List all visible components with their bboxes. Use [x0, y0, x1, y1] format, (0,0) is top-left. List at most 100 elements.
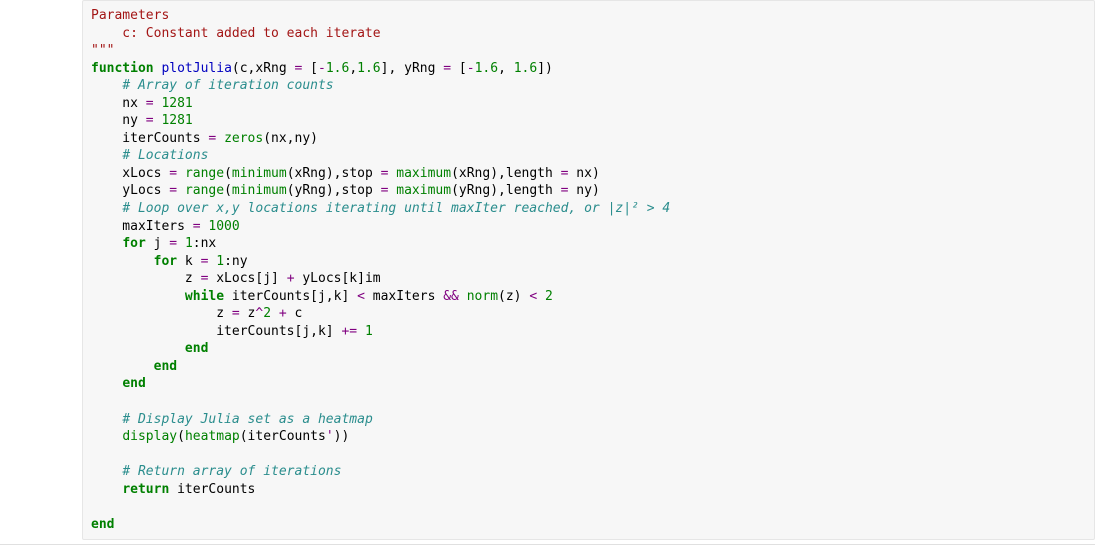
code-text — [91, 429, 122, 444]
notebook-cell: Parameters c: Constant added to each ite… — [0, 0, 1095, 545]
code-comment: # Return array of iterations — [122, 464, 341, 479]
call-minimum: minimum — [232, 183, 287, 198]
op-equals: = — [193, 219, 201, 234]
kw-function: function — [91, 61, 154, 76]
code-text: yLocs — [91, 183, 169, 198]
docstring-end: """ — [91, 43, 114, 58]
code-text: iterCounts — [91, 131, 208, 146]
kw-end: end — [154, 359, 177, 374]
code-text: , — [349, 61, 357, 76]
code-text: )) — [334, 429, 350, 444]
code-text: ( — [224, 166, 232, 181]
op-equals: = — [443, 61, 451, 76]
code-text: yLocs[k]im — [295, 271, 381, 286]
call-heatmap: heatmap — [185, 429, 240, 444]
code-text — [216, 131, 224, 146]
code-text: :nx — [193, 236, 216, 251]
code-text: z — [240, 306, 256, 321]
code-text: (xRng),stop — [287, 166, 381, 181]
code-text: ( — [177, 429, 185, 444]
op-adjoint: ' — [326, 429, 334, 444]
code-text: (z) — [498, 289, 529, 304]
code-text: (xRng),length — [451, 166, 561, 181]
code-text: iterCounts — [169, 482, 255, 497]
docstring-line: Parameters — [91, 8, 169, 23]
kw-for: for — [154, 254, 177, 269]
op-minus: - — [318, 61, 326, 76]
code-text — [177, 166, 185, 181]
code-text: c — [287, 306, 303, 321]
op-plus: + — [279, 306, 287, 321]
op-and: && — [443, 289, 459, 304]
call-maximum: maximum — [396, 183, 451, 198]
code-text: :ny — [224, 254, 247, 269]
code-text: ]) — [537, 61, 553, 76]
code-comment: # Array of iteration counts — [122, 78, 333, 93]
op-equals: = — [169, 236, 177, 251]
kw-return: return — [122, 482, 169, 497]
code-text — [357, 324, 365, 339]
op-lt: < — [357, 289, 365, 304]
op-equals: = — [146, 113, 154, 128]
code-text: (yRng),length — [451, 183, 561, 198]
code-text: k — [177, 254, 200, 269]
kw-while: while — [185, 289, 224, 304]
number: 1281 — [161, 96, 192, 111]
code-text: maxIters — [365, 289, 443, 304]
code-text: iterCounts[j,k] — [224, 289, 357, 304]
code-text: xLocs[j] — [208, 271, 286, 286]
op-equals: = — [169, 166, 177, 181]
op-plus: + — [287, 271, 295, 286]
code-text: [ — [302, 61, 318, 76]
code-text — [177, 183, 185, 198]
code-text — [177, 236, 185, 251]
in-prompt-col — [0, 0, 82, 540]
code-text: (yRng),stop — [287, 183, 381, 198]
number: 1 — [365, 324, 373, 339]
call-range: range — [185, 183, 224, 198]
kw-end: end — [185, 341, 208, 356]
code-text: [ — [451, 61, 467, 76]
input-area: Parameters c: Constant added to each ite… — [0, 0, 1095, 540]
call-maximum: maximum — [396, 166, 451, 181]
code-text: ], yRng — [381, 61, 444, 76]
call-range: range — [185, 166, 224, 181]
number: 1 — [216, 254, 224, 269]
function-name: plotJulia — [161, 61, 231, 76]
call-zeros: zeros — [224, 131, 263, 146]
op-lt: < — [529, 289, 537, 304]
call-norm: norm — [467, 289, 498, 304]
number: 1281 — [161, 113, 192, 128]
number: 1 — [185, 236, 193, 251]
code-text: ny — [91, 113, 146, 128]
docstring-line: c: Constant added to each iterate — [91, 26, 381, 41]
op-equals: = — [146, 96, 154, 111]
code-comment: # Locations — [122, 148, 208, 163]
code-text: (nx,ny) — [263, 131, 318, 146]
op-minus: - — [467, 61, 475, 76]
code-text: , — [498, 61, 514, 76]
call-minimum: minimum — [232, 166, 287, 181]
code-comment: # Display Julia set as a heatmap — [122, 412, 372, 427]
code-text: xLocs — [91, 166, 169, 181]
code-text: z — [91, 306, 232, 321]
code-block[interactable]: Parameters c: Constant added to each ite… — [82, 0, 1095, 540]
code-text — [459, 289, 467, 304]
code-text: (c,xRng — [232, 61, 295, 76]
number: 2 — [545, 289, 553, 304]
code-text: nx) — [568, 166, 599, 181]
number: 1.6 — [514, 61, 537, 76]
code-text: ny) — [568, 183, 599, 198]
code-text: ( — [224, 183, 232, 198]
number: 1.6 — [475, 61, 498, 76]
number: 1.6 — [357, 61, 380, 76]
kw-for: for — [122, 236, 145, 251]
number: 1.6 — [326, 61, 349, 76]
code-text: nx — [91, 96, 146, 111]
number: 1000 — [208, 219, 239, 234]
code-text: j — [146, 236, 169, 251]
op-equals: = — [232, 306, 240, 321]
code-text: maxIters — [91, 219, 193, 234]
number: 2 — [263, 306, 271, 321]
code-comment: # Loop over x,y locations iterating unti… — [122, 201, 670, 216]
